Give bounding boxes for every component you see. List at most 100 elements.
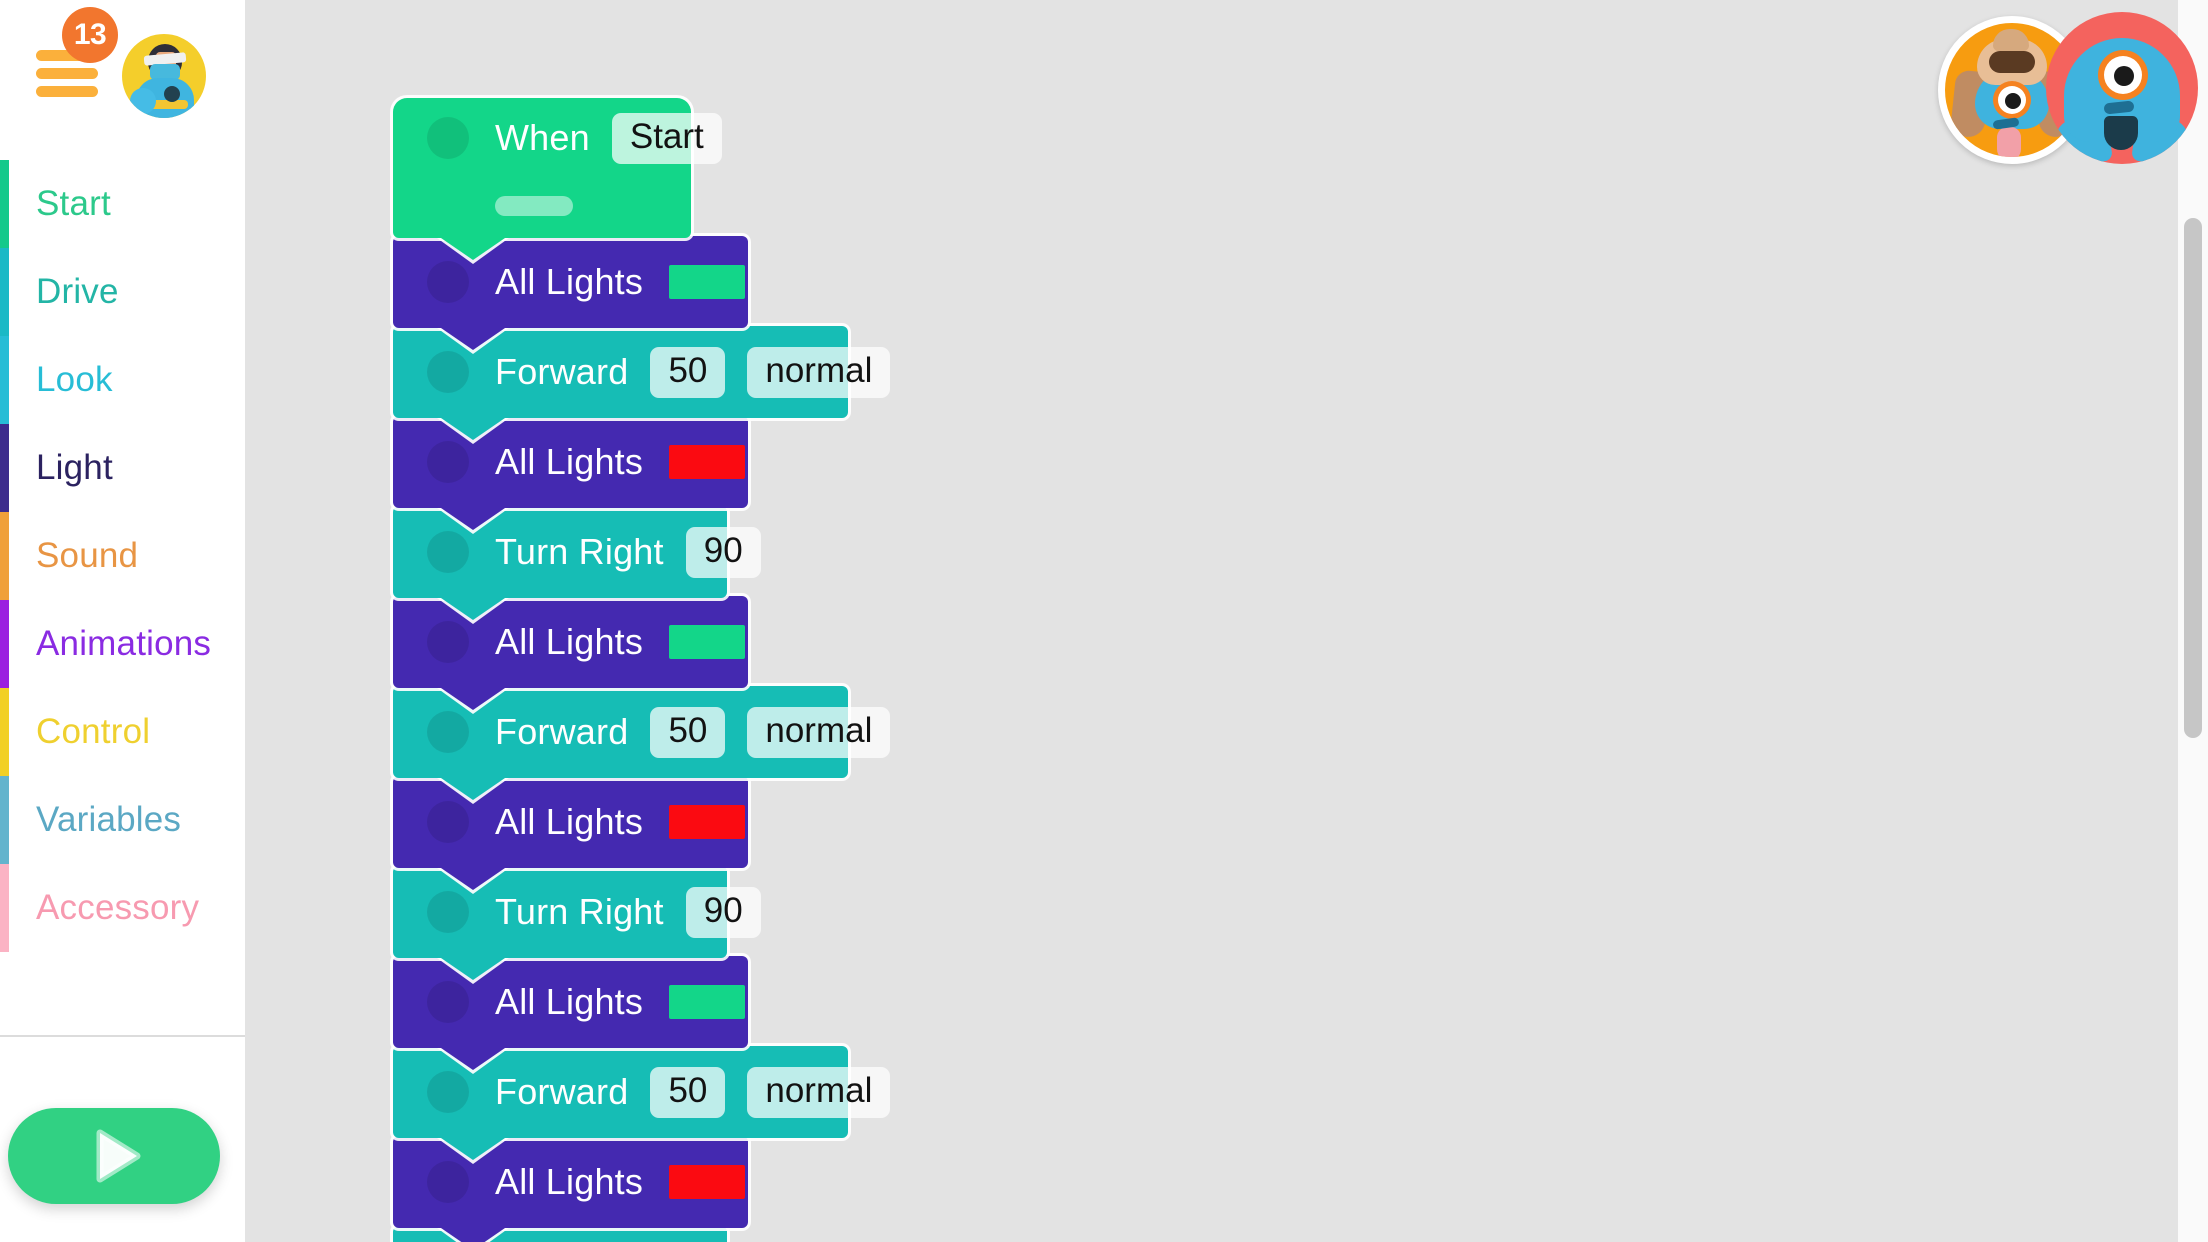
user-avatar[interactable]: [122, 34, 206, 118]
sidebar-item-variables[interactable]: Variables: [0, 776, 245, 864]
block-label: All Lights: [495, 1161, 644, 1202]
block-label: Forward: [495, 351, 629, 392]
sidebar-item-label: Look: [36, 360, 113, 399]
block-parameter-chip[interactable]: Start: [611, 112, 722, 164]
block-connector-notch: [441, 958, 505, 980]
hamburger-bar: [36, 68, 98, 79]
block-label: All Lights: [495, 441, 644, 482]
block-parameter-chip[interactable]: 50: [650, 1066, 726, 1118]
sidebar-nav: Start Drive Look Light Sound Animations Contro…: [0, 160, 245, 952]
sidebar: 13 Start Drive Look Light Sound Animations Con…: [0, 0, 245, 1242]
block-parameter-chip[interactable]: normal: [747, 1066, 891, 1118]
block-label: Forward: [495, 1071, 629, 1112]
program-block[interactable]: When Start: [393, 98, 722, 264]
block-toggle-dot[interactable]: [427, 117, 469, 159]
dash-robot-avatar[interactable]: [2046, 12, 2198, 164]
program-canvas[interactable]: When Start All Lights Forward 50 normal All Li…: [245, 0, 2208, 1242]
block-color-swatch[interactable]: [669, 805, 746, 839]
run-program-button[interactable]: [8, 1108, 220, 1204]
block-label: When: [495, 117, 590, 158]
block-connector-notch: [441, 1138, 505, 1160]
block-color-swatch[interactable]: [669, 265, 746, 299]
block-parameter-chip[interactable]: 90: [685, 526, 761, 578]
sidebar-item-drive[interactable]: Drive: [0, 248, 245, 336]
block-label: All Lights: [495, 261, 644, 302]
play-triangle-icon: [96, 1129, 141, 1183]
sidebar-item-light[interactable]: Light: [0, 424, 245, 512]
block-label: Turn Right: [495, 531, 664, 572]
block-toggle-dot[interactable]: [427, 891, 469, 933]
block-color-swatch[interactable]: [669, 445, 746, 479]
block-toggle-dot[interactable]: [427, 981, 469, 1023]
hat-block-slot[interactable]: [495, 196, 573, 216]
sidebar-item-color-edge: [0, 864, 9, 952]
sidebar-item-color-edge: [0, 600, 9, 688]
vertical-scrollbar-thumb[interactable]: [2184, 218, 2202, 738]
sidebar-item-label: Accessory: [36, 888, 200, 927]
block-connector-notch: [441, 418, 505, 440]
sidebar-item-label: Light: [36, 448, 113, 487]
app-root: 13 Start Drive Look Light Sound Animations Con…: [0, 0, 2208, 1242]
sidebar-item-color-edge: [0, 688, 9, 776]
sidebar-item-label: Animations: [36, 624, 212, 663]
sidebar-item-sound[interactable]: Sound: [0, 512, 245, 600]
vertical-scrollbar-track[interactable]: [2178, 0, 2208, 1242]
block-connector-notch: [441, 328, 505, 350]
dog-snout-icon: [1989, 51, 2035, 73]
block-color-swatch[interactable]: [669, 985, 746, 1019]
block-parameter-chip[interactable]: normal: [747, 346, 891, 398]
sidebar-item-color-edge: [0, 512, 9, 600]
block-connector-notch: [441, 1228, 505, 1242]
block-label: All Lights: [495, 621, 644, 662]
sidebar-item-label: Sound: [36, 536, 139, 575]
sidebar-item-label: Control: [36, 712, 151, 751]
robot-eye-pupil: [2114, 66, 2134, 86]
avatar-arm: [130, 88, 156, 114]
block-toggle-dot[interactable]: [427, 1071, 469, 1113]
block-toggle-dot[interactable]: [427, 1161, 469, 1203]
sidebar-item-control[interactable]: Control: [0, 688, 245, 776]
block-color-swatch[interactable]: [669, 625, 746, 659]
block-toggle-dot[interactable]: [427, 801, 469, 843]
block-parameter-chip[interactable]: 50: [650, 706, 726, 758]
block-label: Forward: [495, 711, 629, 752]
block-toggle-dot[interactable]: [427, 261, 469, 303]
sidebar-item-accessory[interactable]: Accessory: [0, 864, 245, 952]
block-toggle-dot[interactable]: [427, 351, 469, 393]
block-connector-notch: [441, 868, 505, 890]
dash-chest-sensor: [2104, 116, 2138, 150]
sidebar-item-color-edge: [0, 424, 9, 512]
block-parameter-chip[interactable]: 90: [685, 886, 761, 938]
block-parameter-chip[interactable]: 50: [650, 346, 726, 398]
sidebar-item-color-edge: [0, 248, 9, 336]
sidebar-header: 13: [0, 0, 245, 150]
sidebar-item-look[interactable]: Look: [0, 336, 245, 424]
sidebar-item-color-edge: [0, 776, 9, 864]
sidebar-item-color-edge: [0, 336, 9, 424]
sidebar-item-label: Start: [36, 184, 111, 223]
block-label: Turn Right: [495, 891, 664, 932]
sidebar-item-color-edge: [0, 160, 9, 248]
robot-eye-pupil: [2005, 93, 2021, 109]
block-toggle-dot[interactable]: [427, 621, 469, 663]
block-connector-notch: [441, 778, 505, 800]
block-connector-notch: [441, 238, 505, 260]
sidebar-item-label: Variables: [36, 800, 182, 839]
sidebar-item-animations[interactable]: Animations: [0, 600, 245, 688]
block-toggle-dot[interactable]: [427, 441, 469, 483]
sidebar-item-start[interactable]: Start: [0, 160, 245, 248]
block-connector-notch: [441, 598, 505, 620]
block-label: All Lights: [495, 801, 644, 842]
block-connector-notch: [441, 688, 505, 710]
block-color-swatch[interactable]: [669, 1165, 746, 1199]
block-connector-notch: [441, 508, 505, 530]
block-label: All Lights: [495, 981, 644, 1022]
block-toggle-dot[interactable]: [427, 711, 469, 753]
block-parameter-chip[interactable]: normal: [747, 706, 891, 758]
block-stack: When Start All Lights Forward 50 normal All Li…: [393, 98, 891, 1242]
sidebar-divider: [0, 1035, 245, 1037]
block-toggle-dot[interactable]: [427, 531, 469, 573]
menu-notification-badge[interactable]: 13: [62, 7, 118, 63]
dog-tongue-icon: [1997, 127, 2021, 157]
dog-hair-icon: [1993, 29, 2029, 51]
